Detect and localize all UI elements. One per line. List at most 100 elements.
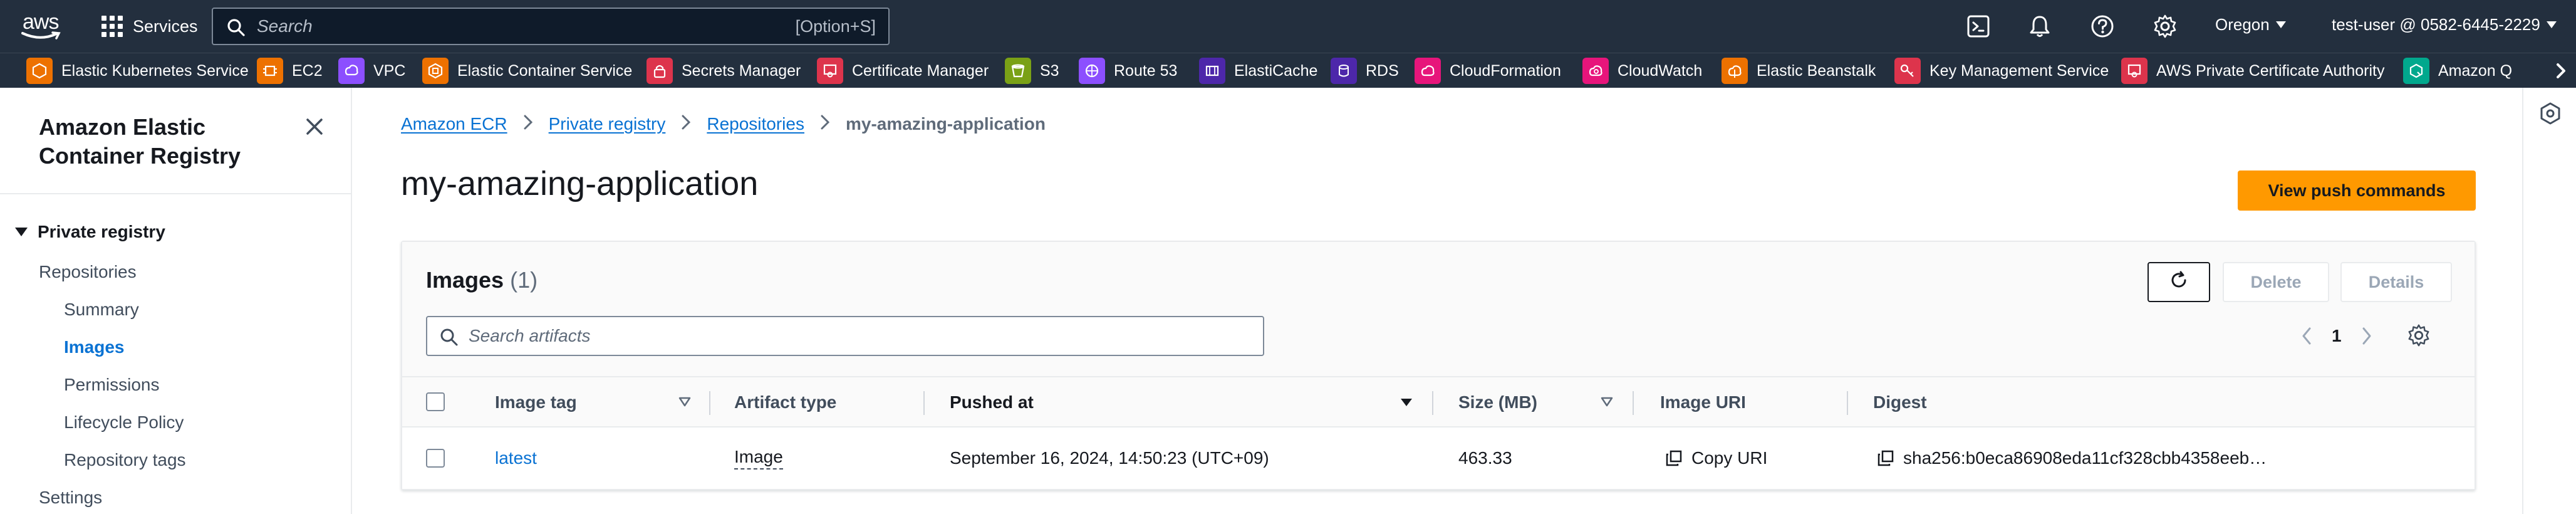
eks-service-icon bbox=[26, 58, 53, 84]
favorite-label: Elastic Container Service bbox=[457, 61, 633, 80]
details-button[interactable]: Details bbox=[2340, 262, 2452, 302]
copy-uri-label: Copy URI bbox=[1691, 448, 1768, 468]
favorite-route53[interactable]: Route 53 bbox=[1079, 53, 1177, 88]
rds-service-icon bbox=[1331, 58, 1357, 84]
column-header-pushed-at[interactable]: Pushed at bbox=[950, 377, 1034, 427]
sort-icon[interactable] bbox=[678, 395, 692, 409]
account-menu[interactable]: test-user @ 0582-6445-2229 bbox=[2332, 15, 2557, 34]
favorite-s3[interactable]: S3 bbox=[1005, 53, 1059, 88]
refresh-icon bbox=[2171, 271, 2186, 287]
search-icon bbox=[440, 328, 458, 346]
images-table-container: Images (1) Delete Details 1 bbox=[401, 241, 2476, 490]
favorite-kms[interactable]: Key Management Service bbox=[1894, 53, 2109, 88]
favorite-elasticache[interactable]: ElastiCache bbox=[1199, 53, 1317, 88]
ecs-service-icon bbox=[422, 58, 449, 84]
size-value: 463.33 bbox=[1458, 448, 1512, 468]
aws-logo[interactable]: aws bbox=[20, 9, 70, 44]
favorite-certificate-manager[interactable]: Certificate Manager bbox=[817, 53, 989, 88]
favorite-label: AWS Private Certificate Authority bbox=[2156, 61, 2385, 80]
copy-uri-button[interactable]: Copy URI bbox=[1665, 448, 1767, 468]
favorite-amazon-q[interactable]: Amazon Q bbox=[2403, 53, 2512, 88]
favorite-elastic-beanstalk[interactable]: Elastic Beanstalk bbox=[1722, 53, 1876, 88]
refresh-button[interactable] bbox=[2148, 262, 2210, 302]
cloudformation-service-icon bbox=[1415, 58, 1441, 84]
sidenav-item-settings[interactable]: Settings bbox=[39, 488, 102, 508]
expand-caret-icon bbox=[15, 228, 28, 236]
digest-value: sha256:b0eca86908eda11cf328cbb4358eeb… bbox=[1903, 448, 2267, 468]
favorite-secrets-manager[interactable]: Secrets Manager bbox=[647, 53, 801, 88]
sidenav-section-private-registry[interactable]: Private registry bbox=[15, 222, 165, 242]
column-header-image-tag[interactable]: Image tag bbox=[495, 377, 577, 427]
global-search[interactable]: [Option+S] bbox=[212, 8, 890, 45]
image-tag-link[interactable]: latest bbox=[495, 448, 537, 468]
chevron-left-icon[interactable] bbox=[2300, 326, 2313, 346]
chevron-right-icon[interactable] bbox=[2360, 326, 2373, 346]
breadcrumb-link-private-registry[interactable]: Private registry bbox=[549, 114, 666, 134]
column-divider bbox=[709, 391, 710, 415]
chevron-right-icon bbox=[2557, 63, 2565, 78]
column-divider bbox=[1432, 391, 1433, 415]
services-menu-button[interactable]: Services bbox=[101, 13, 198, 40]
amazon-q-icon bbox=[2403, 58, 2429, 84]
column-header-artifact-type[interactable]: Artifact type bbox=[734, 377, 836, 427]
favorite-ecs[interactable]: Elastic Container Service bbox=[422, 53, 632, 88]
side-navigation: Amazon Elastic Container Registry Privat… bbox=[0, 88, 352, 514]
cloudshell-icon[interactable] bbox=[1966, 14, 1991, 39]
ec2-service-icon bbox=[257, 58, 283, 84]
copy-icon bbox=[1877, 450, 1894, 466]
page-number[interactable]: 1 bbox=[2332, 326, 2342, 346]
breadcrumb-link-amazon-ecr[interactable]: Amazon ECR bbox=[401, 114, 507, 134]
copy-digest-button[interactable]: sha256:b0eca86908eda11cf328cbb4358eeb… bbox=[1877, 448, 2267, 468]
column-divider bbox=[923, 391, 925, 415]
column-header-size[interactable]: Size (MB) bbox=[1458, 377, 1537, 427]
notifications-bell-icon[interactable] bbox=[2027, 14, 2052, 39]
favorite-cloudformation[interactable]: CloudFormation bbox=[1415, 53, 1561, 88]
favorite-ec2[interactable]: EC2 bbox=[257, 53, 323, 88]
sidenav-item-summary[interactable]: Summary bbox=[64, 300, 139, 320]
sidenav-item-lifecycle-policy[interactable]: Lifecycle Policy bbox=[64, 412, 184, 433]
artifact-search[interactable] bbox=[426, 316, 1264, 356]
view-push-commands-button[interactable]: View push commands bbox=[2238, 170, 2476, 211]
region-selector[interactable]: Oregon bbox=[2215, 15, 2286, 34]
info-panel-toggle-icon[interactable] bbox=[2538, 102, 2562, 125]
favorite-label: RDS bbox=[1366, 61, 1399, 80]
global-search-input[interactable] bbox=[257, 14, 758, 39]
favorite-cloudwatch[interactable]: CloudWatch bbox=[1582, 53, 1702, 88]
favorite-label: Route 53 bbox=[1114, 61, 1178, 80]
sidenav-title[interactable]: Amazon Elastic Container Registry bbox=[39, 113, 302, 170]
row-select-checkbox[interactable] bbox=[426, 449, 445, 468]
copy-icon bbox=[1666, 450, 1682, 466]
preferences-gear-icon[interactable] bbox=[2407, 323, 2431, 347]
breadcrumb-link-repositories[interactable]: Repositories bbox=[707, 114, 804, 134]
artifact-type-value[interactable]: Image bbox=[734, 447, 783, 469]
favorite-label: Secrets Manager bbox=[682, 61, 801, 80]
top-navigation: aws Services [Option+S] bbox=[0, 0, 2576, 53]
favorites-scroll-right-button[interactable] bbox=[2546, 53, 2576, 88]
help-icon[interactable] bbox=[2090, 14, 2115, 39]
elastic-beanstalk-icon bbox=[1722, 58, 1748, 84]
select-all-checkbox[interactable] bbox=[426, 392, 445, 411]
sort-descending-icon[interactable] bbox=[1401, 399, 1412, 406]
favorite-rds[interactable]: RDS bbox=[1331, 53, 1399, 88]
s3-service-icon bbox=[1005, 58, 1031, 84]
favorite-label: VPC bbox=[373, 61, 406, 80]
artifact-search-input[interactable] bbox=[469, 323, 1245, 349]
sidenav-item-repository-tags[interactable]: Repository tags bbox=[64, 450, 186, 470]
search-icon bbox=[227, 19, 245, 36]
sidenav-item-repositories[interactable]: Repositories bbox=[39, 262, 137, 282]
favorite-vpc[interactable]: VPC bbox=[338, 53, 405, 88]
pushed-at-value: September 16, 2024, 14:50:23 (UTC+09) bbox=[950, 448, 1269, 468]
delete-button[interactable]: Delete bbox=[2223, 262, 2329, 302]
favorites-bar: Elastic Kubernetes Service EC2 VPC Elast… bbox=[0, 53, 2576, 88]
close-icon[interactable] bbox=[302, 114, 327, 139]
column-header-image-uri: Image URI bbox=[1660, 392, 1746, 412]
settings-gear-icon[interactable] bbox=[2153, 14, 2178, 39]
images-title: Images (1) bbox=[426, 267, 538, 293]
sort-icon[interactable] bbox=[1600, 395, 1614, 409]
breadcrumb-chevron-icon bbox=[821, 114, 830, 134]
sidenav-item-images[interactable]: Images bbox=[64, 337, 125, 357]
favorite-eks[interactable]: Elastic Kubernetes Service bbox=[26, 53, 249, 88]
favorite-private-ca[interactable]: AWS Private Certificate Authority bbox=[2121, 53, 2384, 88]
sidenav-item-permissions[interactable]: Permissions bbox=[64, 375, 159, 395]
services-label: Services bbox=[133, 16, 198, 36]
